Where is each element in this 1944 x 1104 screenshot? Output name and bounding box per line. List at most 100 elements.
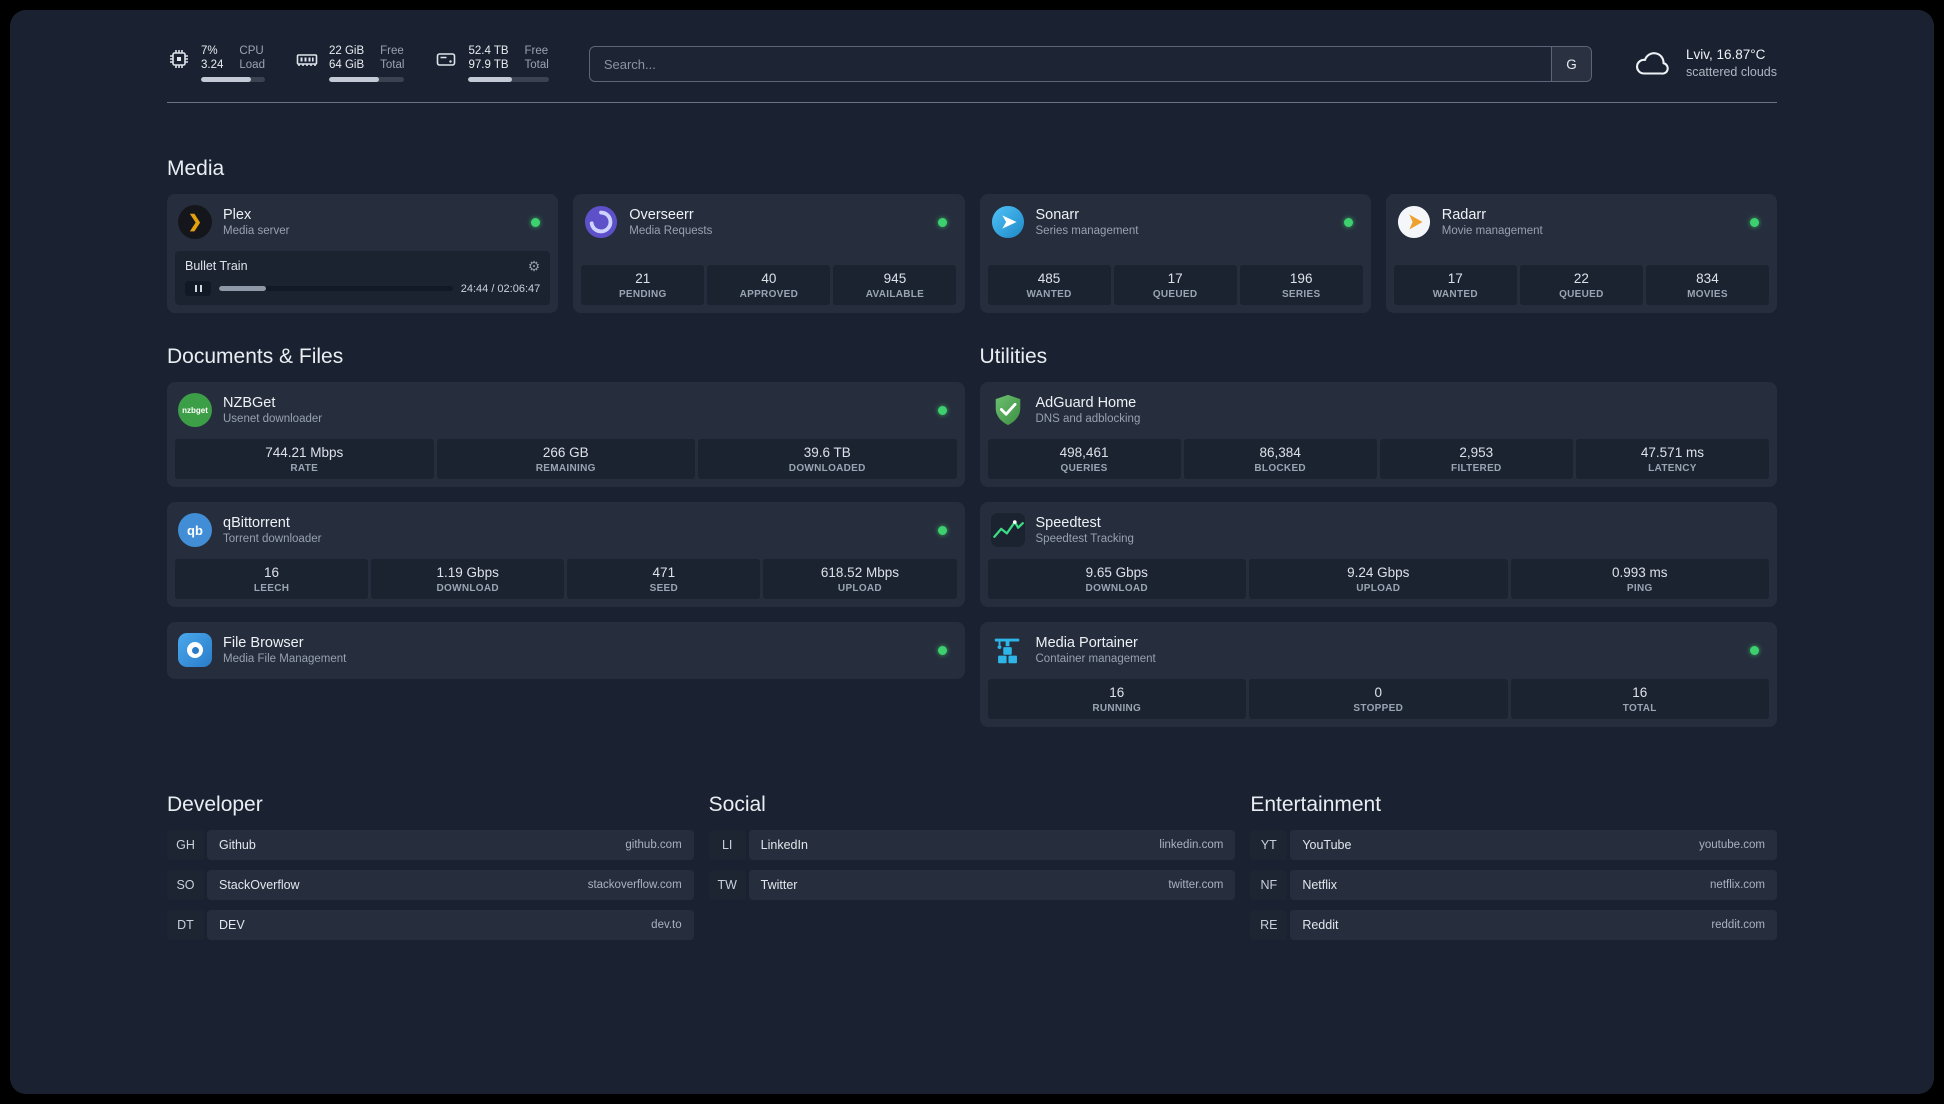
stat-leech: 16 LEECH <box>175 559 369 599</box>
status-dot <box>937 645 947 655</box>
status-dot <box>937 405 947 415</box>
bookmark-linkedin[interactable]: LI LinkedIn linkedin.com <box>708 830 1236 860</box>
memory-icon <box>295 47 319 71</box>
service-card-radarr[interactable]: Radarr Movie management 17 WANTED 22 QUE… <box>1385 194 1777 313</box>
stat-stopped: 0 STOPPED <box>1249 679 1508 719</box>
stat-seed: 471 SEED <box>567 559 761 599</box>
overseerr-icon <box>584 205 618 239</box>
cpu-progress-bar <box>201 77 265 82</box>
filebrowser-icon <box>178 633 212 667</box>
now-playing-title: Bullet Train <box>185 259 248 273</box>
disk-free-label: Free <box>524 45 549 57</box>
stat-movies: 834 MOVIES <box>1645 265 1769 305</box>
qbittorrent-icon: qb <box>178 513 212 547</box>
stat-approved: 40 APPROVED <box>707 265 831 305</box>
stat-upload: 618.52 Mbps UPLOAD <box>763 559 957 599</box>
service-name: Media Portainer <box>1035 635 1138 651</box>
stat-blocked: 86,384 BLOCKED <box>1183 439 1377 479</box>
stat-queries: 498,461 QUERIES <box>987 439 1181 479</box>
service-name: AdGuard Home <box>1035 395 1137 411</box>
search-bar: G <box>588 46 1592 82</box>
bookmark-name: YouTube <box>1302 838 1352 852</box>
bookmark-abbr: DT <box>167 910 204 940</box>
playback-progress-bar[interactable] <box>219 286 453 291</box>
cpu-resource-widget: 7% 3.24 CPU Load <box>167 44 265 82</box>
window-frame: 7% 3.24 CPU Load 22 GiB 64 GiB Free Tota… <box>0 0 1944 1104</box>
documents-section-title: Documents & Files <box>167 345 344 368</box>
stat-queued: 17 QUEUED <box>1113 265 1237 305</box>
stat-total: 16 TOTAL <box>1510 679 1769 719</box>
service-subtitle: Media File Management <box>223 653 347 665</box>
stat-latency: 47.571 ms LATENCY <box>1575 439 1769 479</box>
bookmark-group-entertainment: Entertainment YT YouTube youtube.com NF … <box>1250 793 1777 950</box>
stat-series: 196 SERIES <box>1239 265 1363 305</box>
service-card-nzbget[interactable]: nzbget NZBGet Usenet downloader 744.21 M… <box>167 382 965 487</box>
search-input[interactable] <box>589 47 1551 81</box>
disk-resource-widget: 52.4 TB 97.9 TB Free Total <box>434 44 549 82</box>
bookmark-dev[interactable]: DT DEV dev.to <box>167 910 694 940</box>
bookmark-github[interactable]: GH Github github.com <box>167 830 694 860</box>
media-section-title: Media <box>167 157 225 180</box>
service-card-plex[interactable]: ❯ Plex Media server Bullet Train ⚙ 24:44… <box>167 194 559 313</box>
memory-free-label: Free <box>380 45 404 57</box>
search-provider-button[interactable]: G <box>1550 47 1591 81</box>
status-dot <box>937 525 947 535</box>
service-name: File Browser <box>223 635 304 651</box>
stat-ping: 0.993 ms PING <box>1510 559 1769 599</box>
cpu-label: CPU <box>239 45 264 57</box>
cpu-icon <box>167 47 191 71</box>
disk-total-value: 97.9 TB <box>468 59 509 71</box>
pause-button[interactable] <box>185 281 211 296</box>
service-subtitle: Container management <box>1035 653 1156 665</box>
service-subtitle: Torrent downloader <box>223 533 322 545</box>
bookmark-abbr: SO <box>167 870 204 900</box>
service-subtitle: DNS and adblocking <box>1035 413 1141 425</box>
service-name: NZBGet <box>223 395 276 411</box>
stat-queued: 22 QUEUED <box>1519 265 1643 305</box>
stat-filtered: 2,953 FILTERED <box>1379 439 1573 479</box>
bookmark-twitter[interactable]: TW Twitter twitter.com <box>708 870 1236 900</box>
bookmark-group-social: Social LI LinkedIn linkedin.com TW Twitt… <box>708 793 1236 910</box>
bookmark-url: linkedin.com <box>1159 839 1224 851</box>
bookmark-name: Netflix <box>1302 878 1338 892</box>
stat-wanted: 17 WANTED <box>1393 265 1517 305</box>
entertainment-group-title: Entertainment <box>1250 793 1382 816</box>
service-subtitle: Usenet downloader <box>223 413 323 425</box>
cpu-load-value: 3.24 <box>201 59 224 71</box>
stat-available: 945 AVAILABLE <box>833 265 957 305</box>
section-utilities: Utilities AdGuard Home DNS and adblockin… <box>979 345 1777 727</box>
service-card-sonarr[interactable]: Sonarr Series management 485 WANTED 17 Q… <box>979 194 1371 313</box>
bookmark-reddit[interactable]: RE Reddit reddit.com <box>1250 910 1777 940</box>
gear-icon[interactable]: ⚙ <box>528 259 541 273</box>
utilities-section-title: Utilities <box>979 345 1048 368</box>
bookmark-name: Twitter <box>760 878 798 892</box>
service-card-overseerr[interactable]: Overseerr Media Requests 21 PENDING 40 A… <box>573 194 965 313</box>
bookmark-netflix[interactable]: NF Netflix netflix.com <box>1250 870 1777 900</box>
bookmark-youtube[interactable]: YT YouTube youtube.com <box>1250 830 1777 860</box>
service-subtitle: Media Requests <box>629 225 713 237</box>
service-card-adguard[interactable]: AdGuard Home DNS and adblocking 498,461 … <box>979 382 1777 487</box>
bookmark-url: netflix.com <box>1710 879 1765 891</box>
stat-running: 16 RUNNING <box>987 679 1246 719</box>
service-subtitle: Movie management <box>1441 225 1543 237</box>
bookmark-abbr: YT <box>1250 830 1288 860</box>
radarr-icon <box>1397 205 1431 239</box>
stat-downloaded: 39.6 TB DOWNLOADED <box>698 439 957 479</box>
weather-condition: scattered clouds <box>1685 65 1777 79</box>
header-divider <box>167 102 1777 103</box>
bookmark-stackoverflow[interactable]: SO StackOverflow stackoverflow.com <box>167 870 694 900</box>
cpu-load-label: Load <box>239 59 265 71</box>
disk-total-label: Total <box>524 59 549 71</box>
service-name: Speedtest <box>1035 515 1101 531</box>
stat-upload: 9.24 Gbps UPLOAD <box>1249 559 1508 599</box>
bookmark-url: reddit.com <box>1711 919 1765 931</box>
service-card-portainer[interactable]: Media Portainer Container management 16 … <box>979 622 1777 727</box>
stat-rate: 744.21 Mbps RATE <box>175 439 434 479</box>
service-card-filebrowser[interactable]: File Browser Media File Management <box>167 622 965 679</box>
stat-wanted: 485 WANTED <box>987 265 1111 305</box>
bookmark-abbr: GH <box>167 830 204 860</box>
service-card-qbittorrent[interactable]: qb qBittorrent Torrent downloader 16 LEE… <box>167 502 965 607</box>
service-card-speedtest[interactable]: Speedtest Speedtest Tracking 9.65 Gbps D… <box>979 502 1777 607</box>
bookmark-abbr: TW <box>708 870 746 900</box>
stat-remaining: 266 GB REMAINING <box>436 439 695 479</box>
